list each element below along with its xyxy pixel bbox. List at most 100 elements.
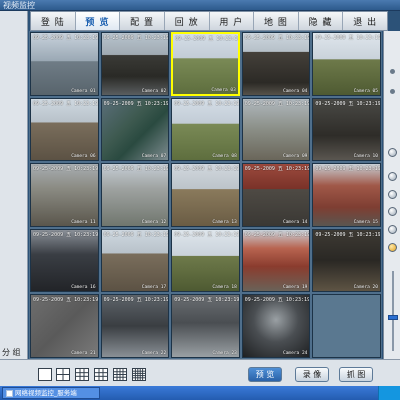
record-button[interactable]: 录 像: [295, 367, 329, 382]
video-tile[interactable]: 09-25-2009 五 10:23:19 Camera 12: [100, 163, 170, 227]
video-tile[interactable]: 09-25-2009 五 10:23:19 Camera 04: [241, 32, 311, 96]
video-tile[interactable]: 09-25-2009 五 10:23:19 Camera 10: [312, 97, 381, 162]
camera-feed: [172, 229, 239, 292]
taskbar-item-label: 网络视频监控_服务端: [15, 389, 77, 397]
timestamp-overlay: 09-25-2009 五 10:23:19: [244, 166, 311, 173]
timestamp-overlay: 09-25-2009 五 10:23:19: [315, 100, 381, 107]
timestamp-overlay: 09-25-2009 五 10:23:19: [174, 297, 240, 304]
ptz-up-button[interactable]: [388, 148, 397, 157]
layout-2x2-button[interactable]: [56, 368, 70, 381]
volume-slider-track[interactable]: [392, 271, 394, 351]
video-tile[interactable]: 09-25-2009 五 10:23:19 Camera 07: [100, 97, 170, 162]
timestamp-overlay: 09-25-2009 五 10:23:19: [103, 297, 169, 304]
zoom-out-button[interactable]: [388, 243, 397, 252]
volume-slider-thumb[interactable]: [388, 315, 398, 320]
video-tile[interactable]: 09-25-2009 五 10:23:19 Camera 16: [30, 228, 99, 293]
camera-label: Camera 23: [212, 350, 237, 356]
video-tile[interactable]: 09-25-2009 五 10:23:19 Camera 06: [30, 97, 99, 162]
camera-label: Camera 21: [71, 350, 96, 356]
timestamp-overlay: 09-25-2009 五 10:23:19: [33, 231, 99, 238]
menu-item[interactable]: 地 图: [254, 12, 299, 30]
ptz-left-button[interactable]: [388, 172, 397, 181]
timestamp-overlay: 09-25-2009 五 10:23:19: [103, 231, 169, 238]
layout-3x3-button[interactable]: [75, 368, 89, 381]
camera-label: Camera 12: [141, 219, 167, 225]
timestamp-overlay: 09-25-2009 五 10:23:19: [174, 166, 240, 173]
taskbar-item[interactable]: 网络视频监控_服务端: [2, 387, 100, 399]
camera-label: Camera 08: [212, 154, 237, 160]
video-tile[interactable]: 09-25-2009 五 10:23:19 Camera 23: [171, 294, 240, 358]
camera-feed: [101, 295, 169, 357]
left-panel: 分 组: [0, 11, 28, 359]
video-tile[interactable]: 09-25-2009 五 10:23:19 Camera 19: [241, 228, 311, 293]
camera-feed: [172, 98, 239, 161]
video-tile[interactable]: 09-25-2009 五 10:23:19 Camera 21: [30, 294, 99, 358]
layout-1x1-button[interactable]: [38, 368, 52, 381]
video-tile[interactable]: 09-25-2009 五 10:23:19 Camera 02: [100, 32, 170, 96]
camera-feed: [173, 34, 238, 94]
timestamp-overlay: 09-25-2009 五 10:23:19: [174, 100, 240, 107]
layout-1plus5-button[interactable]: [94, 368, 108, 381]
video-tile[interactable]: 09-25-2009 五 10:23:19 Camera 18: [171, 228, 240, 293]
menu-item[interactable]: 回 放: [165, 12, 210, 30]
camera-feed: [172, 164, 239, 226]
menu-item[interactable]: 配 置: [120, 12, 165, 30]
menu-item[interactable]: 登 陆: [31, 12, 76, 30]
camera-feed: [242, 164, 310, 226]
layout-5x5-button[interactable]: [132, 368, 146, 381]
menu-item[interactable]: 预 览: [75, 12, 121, 30]
grid-layout-icon: [57, 369, 69, 380]
video-tile[interactable]: 09-25-2009 五 10:23:19 Camera 05: [312, 32, 381, 96]
ptz-right-button[interactable]: [388, 190, 397, 199]
grid-layout-icon: [133, 369, 145, 380]
menu-item[interactable]: 退 出: [343, 12, 387, 30]
video-tile[interactable]: 09-25-2009 五 10:23:19 Camera 20: [312, 228, 381, 293]
camera-label: Camera 20: [353, 285, 378, 291]
video-tile[interactable]: 09-25-2009 五 10:23:19 Camera 15: [312, 163, 381, 227]
layout-4x4-button[interactable]: [113, 368, 127, 381]
system-tray: [378, 386, 400, 400]
grid-layout-icon: [95, 369, 107, 380]
timestamp-overlay: 09-25-2009 五 10:23:19: [174, 231, 240, 238]
main-menu: 登 陆预 览配 置回 放用 户地 图隐 藏退 出: [30, 11, 388, 31]
grid-layout-icon: [76, 369, 88, 380]
video-grid: 09-25-2009 五 10:23:19 Camera 01 09-25-2009…: [29, 31, 382, 359]
group-label[interactable]: 分 组: [2, 347, 21, 358]
indicator-dot: [390, 89, 395, 94]
ptz-down-button[interactable]: [388, 207, 397, 216]
timestamp-overlay: 09-25-2009 五 10:23:19: [315, 166, 381, 173]
camera-label: Camera 01: [71, 88, 96, 94]
preview-button[interactable]: 预 览: [248, 367, 282, 382]
capture-button[interactable]: 抓 图: [339, 367, 373, 382]
zoom-in-button[interactable]: [388, 225, 397, 234]
video-tile[interactable]: 09-25-2009 五 10:23:19 Camera 09: [241, 97, 311, 162]
timestamp-overlay: 09-25-2009 五 10:23:19: [33, 100, 99, 107]
camera-feed: [31, 295, 98, 357]
video-tile[interactable]: 09-25-2009 五 10:23:19 Camera 11: [30, 163, 99, 227]
timestamp-overlay: 09-25-2009 五 10:23:19: [33, 166, 99, 173]
camera-label: Camera 07: [141, 154, 167, 160]
camera-label: Camera 19: [283, 285, 308, 291]
app-icon: [6, 390, 13, 397]
menu-item[interactable]: 用 户: [210, 12, 255, 30]
video-tile[interactable]: 09-25-2009 五 10:23:19 Camera 24: [241, 294, 311, 358]
video-tile[interactable]: 09-25-2009 五 10:23:19 Camera 01: [30, 32, 99, 96]
timestamp-overlay: 09-25-2009 五 10:23:19: [244, 231, 311, 238]
video-tile[interactable]: 09-25-2009 五 10:23:19 Camera 13: [171, 163, 240, 227]
timestamp-overlay: 09-25-2009 五 10:23:19: [244, 297, 311, 304]
video-tile-empty[interactable]: [312, 294, 381, 358]
video-tile[interactable]: 09-25-2009 五 10:23:19 Camera 17: [100, 228, 170, 293]
camera-label: Camera 04: [283, 88, 308, 94]
menu-item[interactable]: 隐 藏: [299, 12, 344, 30]
video-tile[interactable]: 09-25-2009 五 10:23:19 Camera 22: [100, 294, 170, 358]
video-tile[interactable]: 09-25-2009 五 10:23:19 Camera 03: [171, 32, 240, 96]
timestamp-overlay: 09-25-2009 五 10:23:19: [175, 36, 240, 42]
camera-label: Camera 17: [141, 285, 167, 291]
timestamp-overlay: 09-25-2009 五 10:23:19: [244, 100, 311, 107]
camera-feed: [172, 295, 239, 357]
camera-label: Camera 09: [283, 154, 308, 160]
video-tile[interactable]: 09-25-2009 五 10:23:19 Camera 14: [241, 163, 311, 227]
camera-feed: [101, 98, 169, 161]
video-tile[interactable]: 09-25-2009 五 10:23:19 Camera 08: [171, 97, 240, 162]
timestamp-overlay: 09-25-2009 五 10:23:19: [33, 35, 99, 41]
